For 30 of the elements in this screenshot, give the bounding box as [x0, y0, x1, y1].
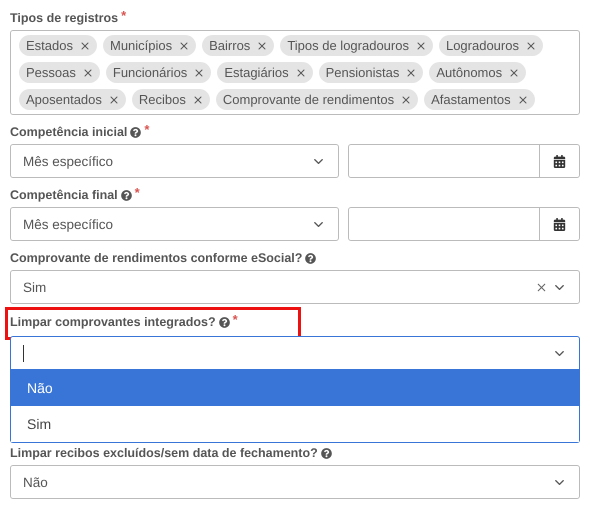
required-mark: *	[121, 10, 126, 22]
select-field[interactable]: Mês específico	[10, 207, 339, 241]
tag-label: Recibos	[138, 92, 186, 107]
dropdown-option[interactable]: Não	[11, 370, 579, 406]
select-field[interactable]: Não	[10, 465, 580, 499]
field-label: Competência final	[10, 187, 118, 204]
field-label: Comprovante de rendimentos conforme eSocial?	[10, 250, 302, 267]
tag-label: Logradouros	[446, 38, 519, 53]
tag-input[interactable]: Estados Municípios Bairros Tipos de logradouros Logradouros Pessoas Funcionários Estagiários Pensionistas Autônomos Aposentados Recibos Comprovante de rendimentos Afastamentos	[10, 30, 580, 115]
tag-label: Municípios	[110, 38, 172, 53]
tag-label: Bairros	[209, 38, 250, 53]
tag-label: Estagiários	[224, 65, 289, 80]
field-label: Competência inicial	[10, 124, 128, 141]
field-label: Tipos de registros	[10, 10, 118, 27]
tag-label: Aposentados	[26, 92, 102, 107]
tag-label: Estados	[26, 38, 73, 53]
tag-label: Comprovante de rendimentos	[222, 92, 394, 107]
field-label: Limpar comprovantes integrados?	[10, 314, 216, 331]
tag-label: Tipos de logradouros	[287, 38, 409, 53]
tag-label: Autônomos	[436, 65, 502, 80]
select-field[interactable]: Mês específico	[10, 144, 339, 178]
field-label: Limpar recibos excluídos/sem data de fechamento?	[10, 445, 318, 462]
tag-label: Funcionários	[112, 65, 188, 80]
required-mark: *	[134, 187, 140, 199]
tag-label: Afastamentos	[431, 92, 511, 107]
tag-label: Pessoas	[26, 65, 76, 80]
select-field[interactable]: Sim	[10, 270, 580, 304]
required-mark: *	[232, 314, 238, 326]
required-mark: *	[144, 124, 150, 136]
tag-label: Pensionistas	[326, 65, 400, 80]
